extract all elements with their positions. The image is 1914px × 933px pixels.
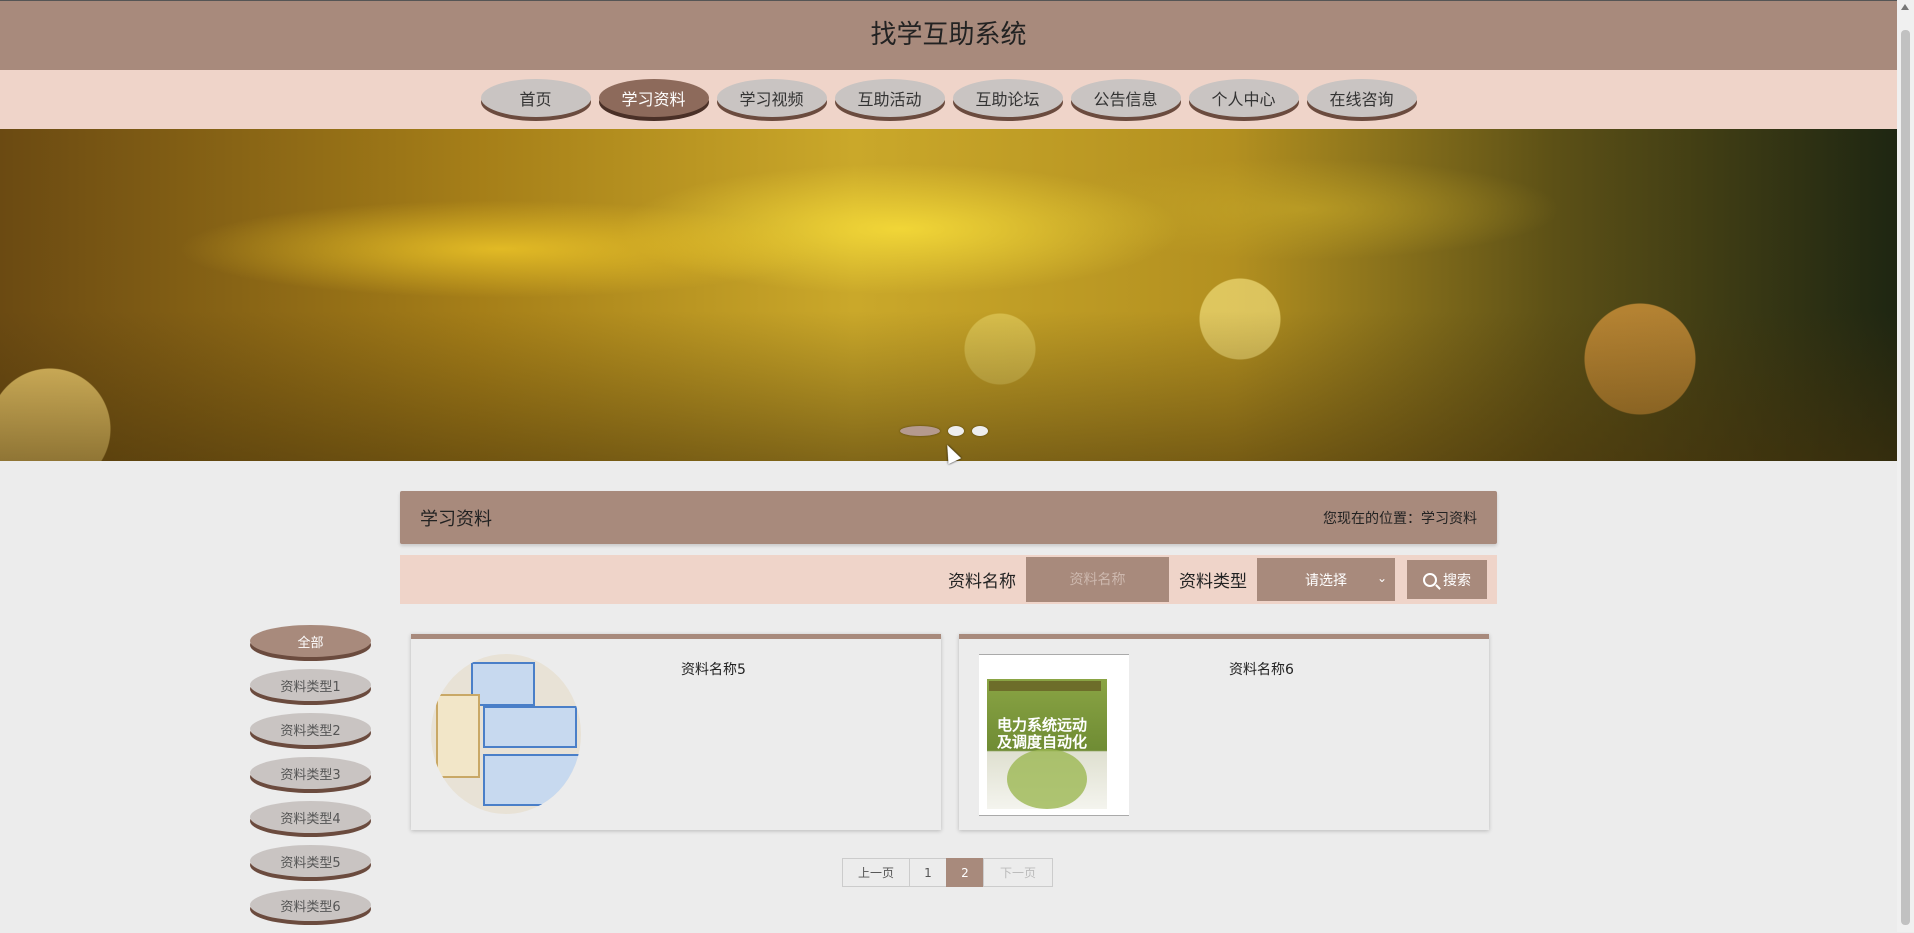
main-nav: 首页 学习资料 学习视频 互助活动 互助论坛 公告信息 个人中心 在线咨询 bbox=[0, 70, 1897, 129]
cover-title: 电力系统远动及调度自动化 bbox=[997, 716, 1088, 751]
name-search-input[interactable] bbox=[1026, 557, 1169, 602]
material-name[interactable]: 资料名称6 bbox=[1229, 659, 1294, 679]
nav-item-study-materials[interactable]: 学习资料 bbox=[598, 78, 709, 117]
site-header: 找学互助系统 bbox=[0, 0, 1897, 70]
diagram-block bbox=[483, 706, 577, 748]
carousel-dot-1[interactable] bbox=[900, 426, 940, 436]
type-select[interactable]: 请选择 ⌄ bbox=[1257, 558, 1395, 601]
nav-item-home[interactable]: 首页 bbox=[480, 78, 591, 117]
scrollbar-thumb[interactable] bbox=[1901, 30, 1910, 925]
search-button[interactable]: 搜索 bbox=[1407, 560, 1487, 599]
vertical-scrollbar[interactable] bbox=[1897, 0, 1914, 932]
nav-item-study-videos[interactable]: 学习视频 bbox=[716, 78, 827, 117]
material-thumbnail[interactable] bbox=[431, 654, 581, 814]
category-all[interactable]: 全部 bbox=[250, 625, 371, 657]
category-type-2[interactable]: 资料类型2 bbox=[250, 713, 371, 745]
book-cover: 电力系统远动及调度自动化 bbox=[987, 679, 1107, 809]
carousel-dot-3[interactable] bbox=[972, 426, 988, 436]
diagram-block bbox=[471, 662, 535, 706]
cover-circle bbox=[1007, 749, 1087, 809]
banner-shade bbox=[0, 311, 1897, 461]
material-thumbnail[interactable]: 电力系统远动及调度自动化 bbox=[979, 654, 1129, 816]
carousel-indicators bbox=[900, 426, 988, 436]
scroll-up-arrow-icon[interactable] bbox=[1901, 4, 1909, 10]
category-type-4[interactable]: 资料类型4 bbox=[250, 801, 371, 833]
pagination: 上一页 1 2 下一页 bbox=[842, 858, 1053, 887]
material-card[interactable]: 电力系统远动及调度自动化 资料名称6 bbox=[959, 634, 1489, 830]
prev-page-button[interactable]: 上一页 bbox=[842, 858, 910, 887]
nav-item-forum[interactable]: 互助论坛 bbox=[952, 78, 1063, 117]
chevron-down-icon: ⌄ bbox=[1376, 571, 1387, 585]
breadcrumb: 您现在的位置：学习资料 bbox=[1323, 510, 1477, 527]
material-card[interactable]: 资料名称5 bbox=[411, 634, 941, 830]
page-button-current[interactable]: 2 bbox=[946, 858, 984, 887]
nav-item-activities[interactable]: 互助活动 bbox=[834, 78, 945, 117]
search-button-label: 搜索 bbox=[1443, 572, 1471, 589]
search-bar: 资料名称 资料类型 请选择 ⌄ 搜索 bbox=[400, 555, 1497, 604]
nav-item-online-consult[interactable]: 在线咨询 bbox=[1306, 78, 1417, 117]
page-button[interactable]: 1 bbox=[909, 858, 947, 887]
site-title: 找学互助系统 bbox=[870, 20, 1027, 50]
carousel-dot-2[interactable] bbox=[948, 426, 964, 436]
category-type-3[interactable]: 资料类型3 bbox=[250, 757, 371, 789]
section-header: 学习资料 您现在的位置：学习资料 bbox=[400, 491, 1497, 544]
name-filter-label: 资料名称 bbox=[948, 572, 1016, 592]
next-page-button[interactable]: 下一页 bbox=[983, 858, 1053, 887]
nav-item-personal-center[interactable]: 个人中心 bbox=[1188, 78, 1299, 117]
material-name[interactable]: 资料名称5 bbox=[681, 659, 746, 679]
category-type-1[interactable]: 资料类型1 bbox=[250, 669, 371, 701]
hero-banner bbox=[0, 129, 1897, 461]
category-sidebar: 全部 资料类型1 资料类型2 资料类型3 资料类型4 资料类型5 资料类型6 bbox=[250, 625, 371, 933]
cover-header-bar bbox=[989, 681, 1101, 691]
section-title: 学习资料 bbox=[420, 508, 492, 530]
nav-item-announcements[interactable]: 公告信息 bbox=[1070, 78, 1181, 117]
category-type-5[interactable]: 资料类型5 bbox=[250, 845, 371, 877]
type-filter-label: 资料类型 bbox=[1179, 572, 1247, 592]
category-type-6[interactable]: 资料类型6 bbox=[250, 889, 371, 921]
diagram-block bbox=[436, 694, 480, 778]
type-select-value: 请选择 bbox=[1305, 572, 1347, 589]
search-icon bbox=[1423, 572, 1437, 587]
diagram-block bbox=[483, 754, 581, 806]
